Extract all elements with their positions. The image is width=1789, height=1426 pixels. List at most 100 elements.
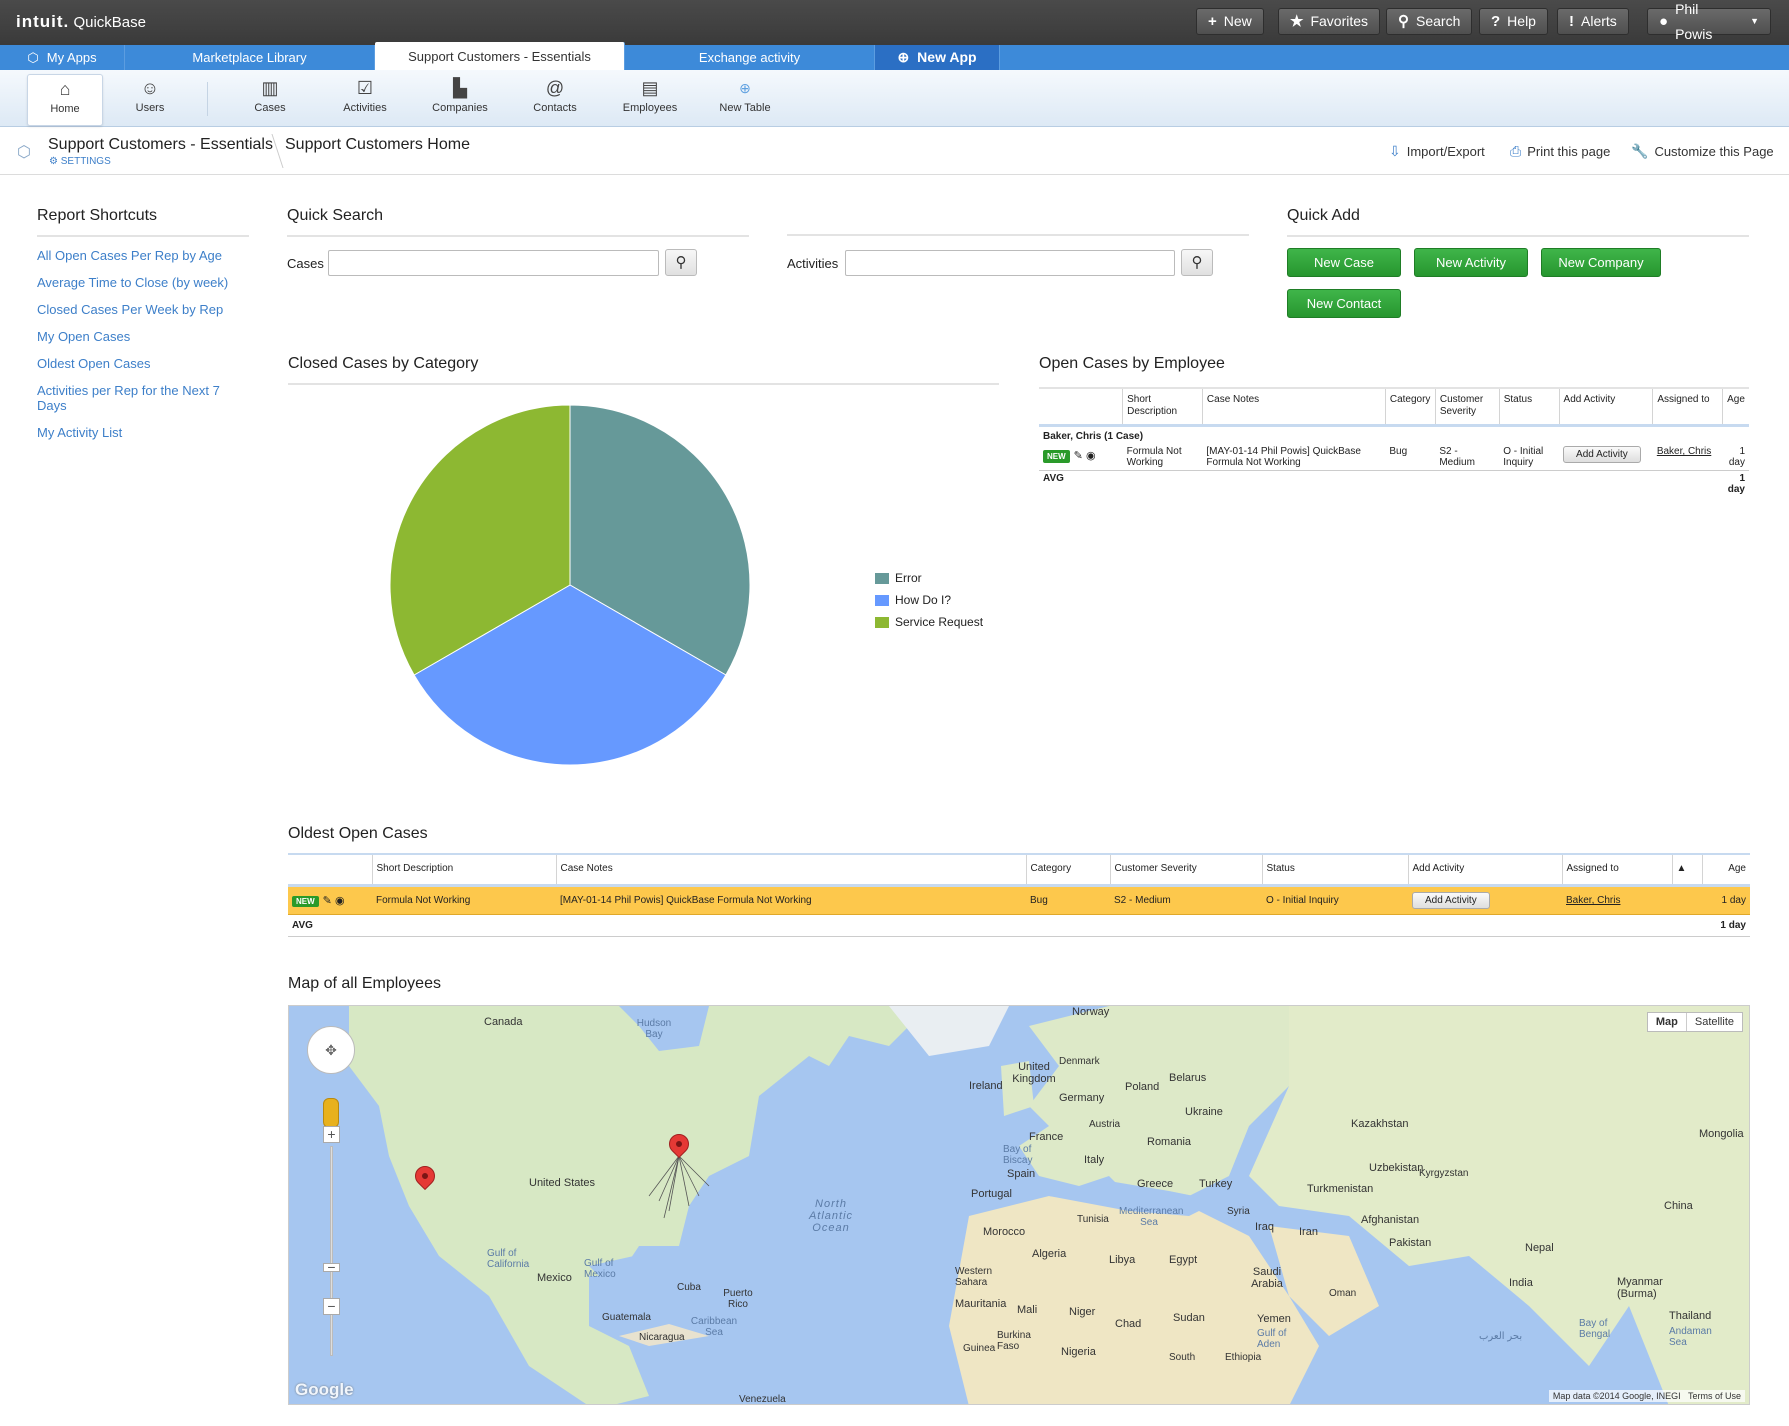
sort-header[interactable]: ▲ xyxy=(1671,853,1702,887)
nav-new-table[interactable]: ⊕ New Table xyxy=(707,74,783,124)
nav-activities[interactable]: ☑ Activities xyxy=(327,74,403,124)
pan-control[interactable]: ✥ xyxy=(307,1026,355,1074)
tab-my-apps[interactable]: ⬡ My Apps xyxy=(0,45,125,70)
shortcut-link[interactable]: Activities per Rep for the Next 7 Days xyxy=(37,383,232,413)
activities-search-button[interactable]: ⚲ xyxy=(1181,249,1213,276)
table-header[interactable]: Assigned to xyxy=(1561,853,1672,887)
shortcut-link[interactable]: Oldest Open Cases xyxy=(37,356,237,371)
table-header[interactable]: Case Notes xyxy=(1201,387,1386,427)
nav-companies[interactable]: ▙ Companies xyxy=(422,74,498,124)
zoom-out-button[interactable]: − xyxy=(323,1298,340,1315)
table-header[interactable]: Short Description xyxy=(371,853,556,887)
new-company-button[interactable]: New Company xyxy=(1541,248,1661,277)
table-header[interactable]: Age xyxy=(1701,853,1750,887)
street-view-pegman-icon[interactable] xyxy=(323,1098,339,1128)
nav-home[interactable]: ⌂ Home xyxy=(27,74,103,126)
activities-search-input[interactable] xyxy=(845,250,1175,276)
table-header[interactable]: Status xyxy=(1498,387,1560,427)
map-label: Nigeria xyxy=(1061,1346,1096,1358)
map-label: Kazakhstan xyxy=(1351,1118,1409,1130)
nav-cases[interactable]: ▥ Cases xyxy=(232,74,308,124)
favorites-button[interactable]: ★ Favorites xyxy=(1278,8,1381,35)
edit-icon[interactable]: ✎ xyxy=(1074,450,1083,462)
quickbase-logo[interactable]: intuit. QuickBase xyxy=(16,12,146,32)
map-label: Cuba xyxy=(677,1282,701,1293)
map-label: India xyxy=(1509,1277,1533,1289)
table-header[interactable]: Status xyxy=(1261,853,1408,887)
nav-employees[interactable]: ▤ Employees xyxy=(612,74,688,124)
assigned-to-link[interactable]: Baker, Chris xyxy=(1566,895,1620,906)
tab-exchange-activity[interactable]: Exchange activity xyxy=(625,45,875,70)
user-menu-button[interactable]: ● Phil Powis ▼ xyxy=(1647,1,1771,42)
table-header[interactable]: Case Notes xyxy=(555,853,1026,887)
shortcut-link[interactable]: All Open Cases Per Rep by Age xyxy=(37,248,237,263)
print-link[interactable]: ⎙ Print this page xyxy=(1510,143,1610,160)
shortcut-link[interactable]: Closed Cases Per Week by Rep xyxy=(37,302,237,317)
new-case-button[interactable]: New Case xyxy=(1287,248,1401,277)
map-label: Mauritania xyxy=(955,1298,1007,1310)
table-header[interactable]: Category xyxy=(1384,387,1436,427)
table-header[interactable]: Customer Severity xyxy=(1109,853,1262,887)
map-label: Chad xyxy=(1115,1318,1142,1330)
map-label: France xyxy=(1029,1131,1064,1143)
zoom-slider-track[interactable] xyxy=(330,1146,333,1356)
oldest-open-table: Short Description Case Notes Category Cu… xyxy=(288,853,1750,937)
cube-icon: ⬡ xyxy=(27,50,39,65)
map-label: Thailand xyxy=(1669,1310,1712,1322)
shortcut-link[interactable]: Average Time to Close (by week) xyxy=(37,275,237,290)
nav-users[interactable]: ☺ Users xyxy=(112,74,188,124)
add-activity-button[interactable]: Add Activity xyxy=(1563,446,1641,463)
view-icon[interactable]: ◉ xyxy=(1086,450,1096,462)
tab-support-customers[interactable]: Support Customers - Essentials xyxy=(375,42,625,70)
new-contact-button[interactable]: New Contact xyxy=(1287,289,1401,318)
tab-new-app[interactable]: ⊕ New App xyxy=(875,45,1000,70)
search-button[interactable]: ⚲ Search xyxy=(1386,8,1473,35)
table-header[interactable]: Assigned to xyxy=(1652,387,1723,427)
map-type-satellite-button[interactable]: Satellite xyxy=(1687,1013,1742,1031)
new-activity-button[interactable]: New Activity xyxy=(1414,248,1528,277)
search-icon: ⚲ xyxy=(675,254,687,271)
table-header[interactable]: Age xyxy=(1722,387,1749,427)
shortcut-link[interactable]: My Activity List xyxy=(37,425,237,440)
import-export-link[interactable]: ⇩ Import/Export xyxy=(1389,143,1485,160)
avg-label: AVG xyxy=(288,914,1702,937)
terms-of-use-link[interactable]: Terms of Use xyxy=(1688,1391,1741,1401)
cases-search-input[interactable] xyxy=(328,250,659,276)
map-label: Tunisia xyxy=(1077,1214,1109,1225)
page-header: ⬡ Support Customers - Essentials ⚙ SETTI… xyxy=(0,128,1789,175)
alerts-button[interactable]: ! Alerts xyxy=(1557,8,1629,35)
breadcrumb-app[interactable]: Support Customers - Essentials xyxy=(48,136,273,154)
table-header[interactable]: Category xyxy=(1025,853,1110,887)
view-icon[interactable]: ◉ xyxy=(335,895,345,907)
table-row[interactable]: NEW ✎ ◉ Formula Not Working [MAY-01-14 Ph… xyxy=(288,885,1750,915)
table-header[interactable]: Short Description xyxy=(1122,387,1203,427)
cases-search-button[interactable]: ⚲ xyxy=(665,249,697,276)
map-type-map-button[interactable]: Map xyxy=(1648,1013,1687,1031)
row-actions: NEW ✎ ◉ xyxy=(1039,444,1123,471)
customize-link[interactable]: 🔧 Customize this Page xyxy=(1631,143,1774,160)
employee-map[interactable]: Map Satellite ✥ + − − Canada Hudson Bay … xyxy=(288,1005,1750,1405)
add-activity-cell: Add Activity xyxy=(1559,444,1653,471)
app-tab-bar: ⬡ My Apps Marketplace Library Support Cus… xyxy=(0,42,1789,70)
zoom-in-button[interactable]: + xyxy=(323,1126,340,1143)
settings-link[interactable]: ⚙ SETTINGS xyxy=(49,156,111,167)
zoom-slider-handle[interactable]: − xyxy=(323,1260,340,1274)
help-button[interactable]: ? Help xyxy=(1479,8,1548,35)
tab-marketplace[interactable]: Marketplace Library xyxy=(125,45,375,70)
legend-item-how-do-i: How Do I? xyxy=(875,593,951,607)
shortcut-link[interactable]: My Open Cases xyxy=(37,329,237,344)
add-activity-button[interactable]: Add Activity xyxy=(1412,892,1490,909)
table-row[interactable]: NEW ✎ ◉ Formula Not Working [MAY-01-14 Ph… xyxy=(1039,444,1749,471)
short-description-cell: Formula Not Working xyxy=(1126,446,1182,468)
map-label: Poland xyxy=(1125,1081,1160,1093)
table-header[interactable]: Add Activity xyxy=(1407,853,1562,887)
new-button[interactable]: + New xyxy=(1196,8,1264,35)
edit-icon[interactable]: ✎ xyxy=(323,895,332,907)
assigned-to-link[interactable]: Baker, Chris xyxy=(1657,446,1711,457)
sort-up-icon[interactable]: ▲ xyxy=(1677,863,1687,874)
table-header[interactable]: Add Activity xyxy=(1558,387,1653,427)
nav-contacts[interactable]: @ Contacts xyxy=(517,74,593,124)
map-label: Yemen xyxy=(1257,1313,1291,1325)
table-header[interactable]: Customer Severity xyxy=(1434,387,1500,427)
avg-row: AVG 1 day xyxy=(288,914,1750,937)
